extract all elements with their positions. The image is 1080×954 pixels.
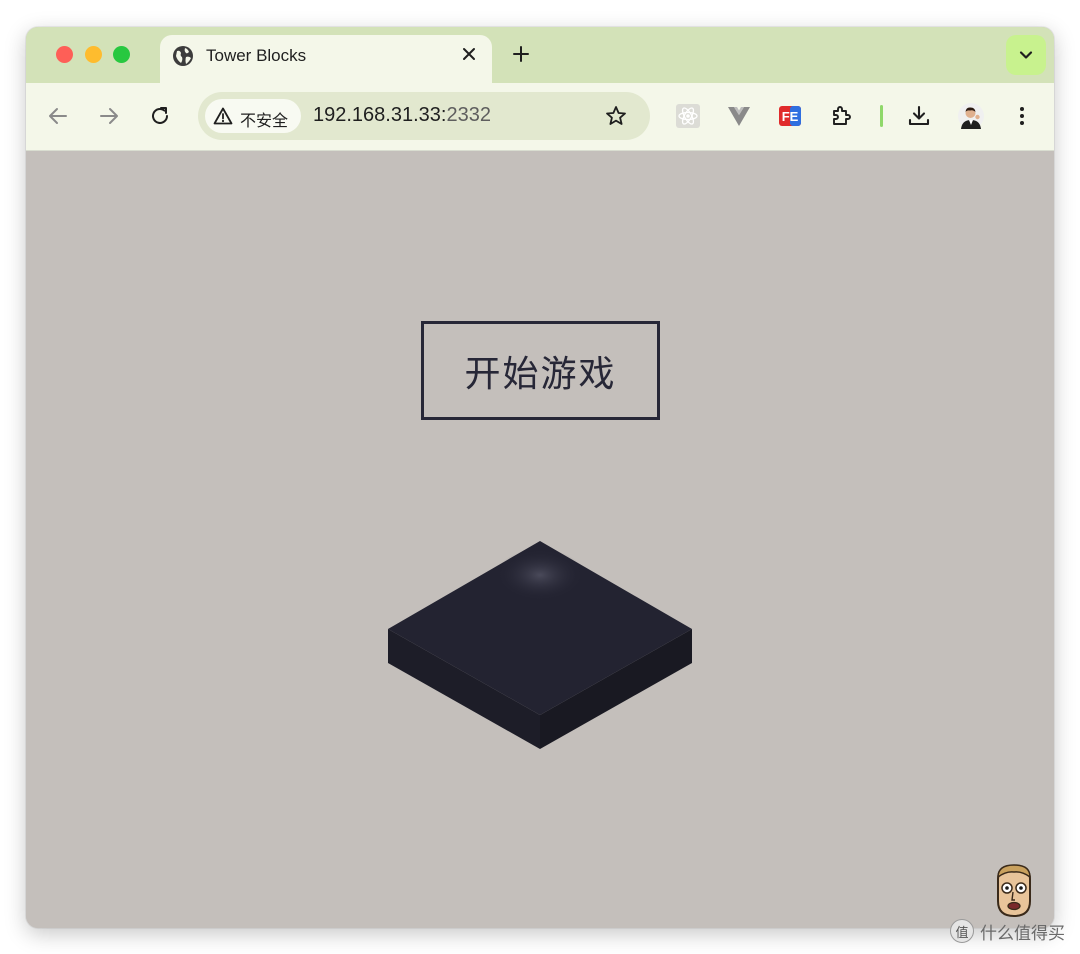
react-devtools-icon[interactable] <box>676 104 700 128</box>
vue-devtools-icon[interactable] <box>727 104 751 128</box>
svg-text:FE: FE <box>782 109 799 124</box>
game-viewport[interactable]: 开始游戏 <box>26 151 1054 928</box>
url-text[interactable]: 192.168.31.33:2332 <box>313 104 491 127</box>
watermark-logo-icon: 值 <box>950 919 974 943</box>
forward-arrow-icon[interactable] <box>97 104 121 128</box>
back-arrow-icon[interactable] <box>46 104 70 128</box>
tab-title: Tower Blocks <box>206 46 307 65</box>
globe-icon <box>173 46 193 66</box>
extensions-puzzle-icon[interactable] <box>830 104 854 128</box>
close-tab-icon[interactable] <box>458 43 480 65</box>
watermark-text: 什么值得买 <box>980 923 1065 944</box>
url-host: 192.168.31.33: <box>313 104 447 126</box>
toolbar-divider <box>880 105 883 127</box>
url-port: 2332 <box>446 104 491 126</box>
tab-tower-blocks[interactable]: Tower Blocks <box>160 35 492 83</box>
profile-avatar[interactable] <box>958 103 984 129</box>
site-security-chip[interactable]: 不安全 <box>205 99 301 133</box>
chevron-down-icon <box>1019 51 1033 59</box>
minimize-window-button[interactable] <box>85 46 102 63</box>
download-icon[interactable] <box>907 104 931 128</box>
base-block <box>388 541 692 749</box>
start-game-button[interactable]: 开始游戏 <box>421 321 660 420</box>
close-window-button[interactable] <box>56 46 73 63</box>
reload-icon[interactable] <box>148 104 172 128</box>
browser-toolbar: 不安全 192.168.31.33:2332 FE <box>26 83 1054 151</box>
watermark: 值 什么值得买 <box>950 917 1065 945</box>
address-bar[interactable]: 不安全 192.168.31.33:2332 <box>198 92 650 140</box>
face-mascot-icon <box>997 864 1031 918</box>
fe-helper-icon[interactable]: FE <box>778 104 802 128</box>
warning-icon <box>213 107 233 125</box>
new-tab-icon[interactable] <box>510 43 532 65</box>
bookmark-star-icon[interactable] <box>604 104 628 128</box>
browser-window: Tower Blocks 不安全 192.168.31.33:2332 FE 开… <box>26 27 1054 928</box>
start-game-label: 开始游戏 <box>464 353 617 395</box>
security-label: 不安全 <box>240 111 289 130</box>
tab-strip: Tower Blocks <box>26 27 1054 83</box>
tab-search-button[interactable] <box>1006 35 1046 75</box>
more-menu-icon[interactable] <box>1010 104 1034 128</box>
maximize-window-button[interactable] <box>113 46 130 63</box>
